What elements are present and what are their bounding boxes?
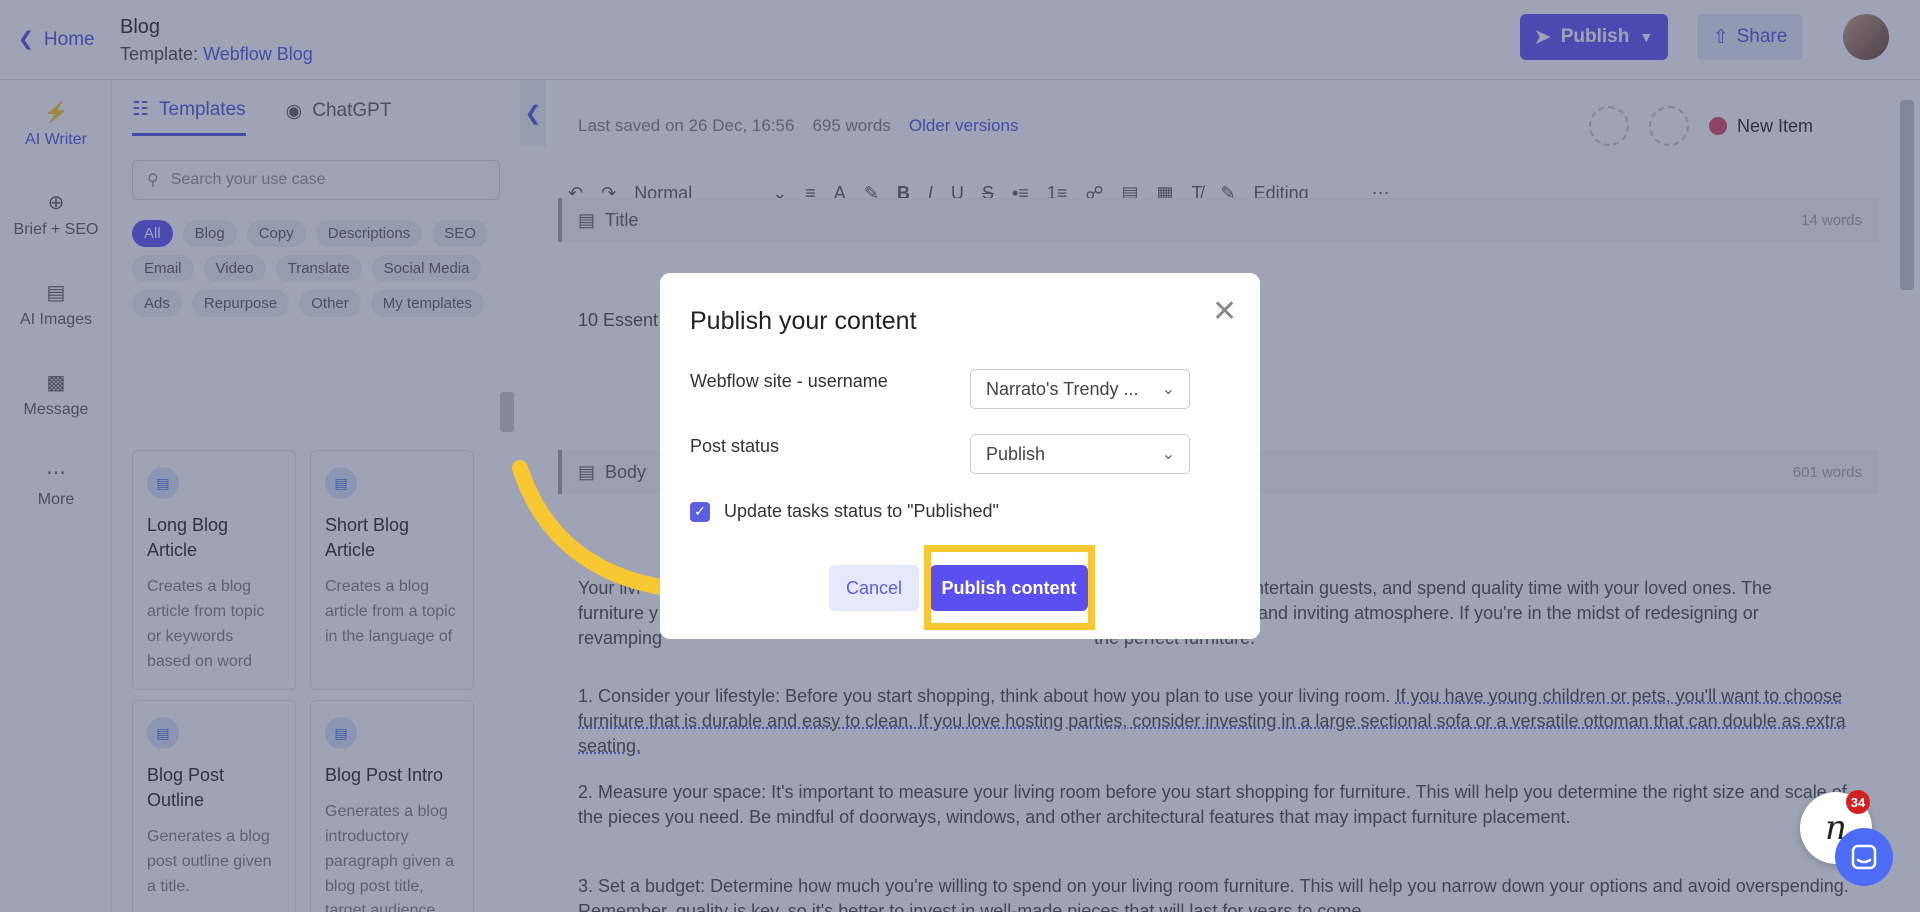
chevron-down-icon: ⌄ (1162, 379, 1175, 399)
status-select-value: Publish (986, 444, 1045, 465)
site-select[interactable]: Narrato's Trendy ... ⌄ (970, 369, 1190, 409)
update-status-checkbox-row[interactable]: ✓ Update tasks status to "Published" (690, 501, 999, 522)
status-select[interactable]: Publish ⌄ (970, 434, 1190, 474)
checkbox-checked-icon[interactable]: ✓ (690, 502, 710, 522)
site-label: Webflow site - username (690, 371, 888, 392)
chat-icon (1851, 844, 1877, 870)
checkbox-label: Update tasks status to "Published" (724, 501, 999, 522)
cancel-button[interactable]: Cancel (829, 565, 919, 611)
highlight-box (924, 545, 1095, 630)
status-label: Post status (690, 436, 779, 457)
chevron-down-icon: ⌄ (1162, 444, 1175, 464)
site-select-value: Narrato's Trendy ... (986, 379, 1139, 400)
chat-launcher-button[interactable] (1835, 828, 1893, 886)
notification-badge: 34 (1846, 790, 1870, 814)
close-icon[interactable]: ✕ (1212, 297, 1237, 327)
dialog-title: Publish your content (690, 307, 917, 336)
